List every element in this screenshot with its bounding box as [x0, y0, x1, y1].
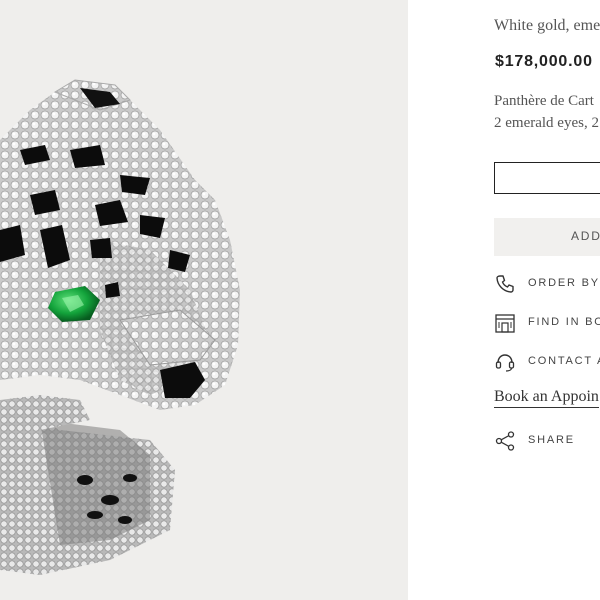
headset-icon [495, 354, 515, 372]
description-line: Panthère de Cart [494, 93, 594, 109]
product-info-panel: White gold, eme $178,000.00 Panthère de … [494, 0, 600, 600]
size-select[interactable] [494, 162, 600, 194]
share-icon [495, 431, 515, 451]
product-subtitle: White gold, eme [494, 17, 600, 34]
product-price: $178,000.00 [495, 53, 593, 70]
share-button[interactable]: SHARE [494, 430, 600, 452]
order-by-phone-link[interactable]: ORDER BY [494, 273, 600, 295]
boutique-icon [495, 314, 515, 333]
product-image [0, 0, 408, 600]
order-by-label: ORDER BY [528, 277, 600, 289]
find-in-boutique-label: FIND IN BOO [528, 316, 600, 328]
phone-icon [496, 275, 514, 293]
share-label: SHARE [528, 434, 575, 446]
description-line: 2 emerald eyes, 2 [494, 115, 599, 131]
add-to-bag-label: ADD [571, 229, 600, 243]
contact-ambassador-link[interactable]: CONTACT A [494, 351, 600, 373]
book-appointment-link[interactable]: Book an Appoin [494, 388, 599, 408]
contact-label: CONTACT A [528, 355, 600, 367]
product-description: Panthère de Cart 2 emerald eyes, 2 [494, 90, 599, 134]
find-in-boutique-link[interactable]: FIND IN BOO [494, 312, 600, 334]
add-to-bag-button[interactable]: ADD [494, 218, 600, 256]
